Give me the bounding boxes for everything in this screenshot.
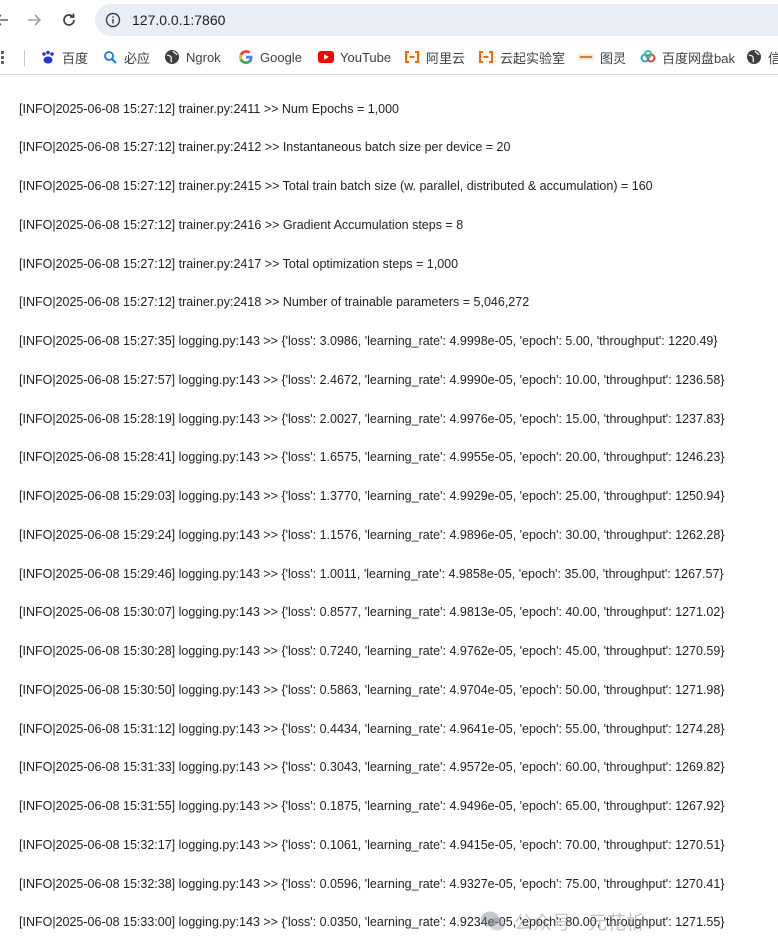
log-line: [INFO|2025-06-08 15:27:12] trainer.py:24… <box>19 179 653 193</box>
log-line: [INFO|2025-06-08 15:27:12] trainer.py:24… <box>19 140 511 154</box>
bookmark-label: 百度网盘bak <box>662 50 735 66</box>
back-button[interactable] <box>0 8 14 32</box>
log-line: [INFO|2025-06-08 15:32:38] logging.py:14… <box>19 877 725 891</box>
reload-button[interactable] <box>57 8 81 32</box>
bookmark-bing[interactable]: 必应 <box>102 40 150 74</box>
bookmark-label: YouTube <box>340 49 392 65</box>
forward-arrow-icon <box>28 14 42 26</box>
bookmark-label: 必应 <box>124 50 151 66</box>
log-line: [INFO|2025-06-08 15:28:41] logging.py:14… <box>19 450 725 464</box>
log-line: [INFO|2025-06-08 15:29:46] logging.py:14… <box>19 567 724 581</box>
log-line: [INFO|2025-06-08 15:27:57] logging.py:14… <box>19 373 725 387</box>
bookmark-turing[interactable]: 图灵 <box>578 40 626 74</box>
baidu-netdisk-icon <box>640 49 656 65</box>
globe-icon <box>164 49 180 65</box>
log-line: [INFO|2025-06-08 15:30:07] logging.py:14… <box>19 605 725 619</box>
log-line: [INFO|2025-06-08 15:27:12] trainer.py:24… <box>19 218 464 232</box>
google-icon <box>238 49 254 65</box>
bookmark-yunqi-lab[interactable]: 云起实验室 <box>478 40 565 74</box>
aliyun-icon <box>404 49 420 65</box>
log-line: [INFO|2025-06-08 15:31:55] logging.py:14… <box>19 799 725 813</box>
bookmarks-divider <box>24 50 25 66</box>
bookmark-youtube[interactable]: YouTube <box>318 40 391 74</box>
bookmark-ngrok[interactable]: Ngrok <box>164 40 221 74</box>
log-line: [INFO|2025-06-08 15:27:12] trainer.py:24… <box>19 257 459 271</box>
log-line: [INFO|2025-06-08 15:31:12] logging.py:14… <box>19 722 725 736</box>
search-icon <box>102 49 118 65</box>
log-line: [INFO|2025-06-08 15:30:50] logging.py:14… <box>19 683 725 697</box>
bookmark-baidu[interactable]: 百度 <box>40 40 88 74</box>
log-line: [INFO|2025-06-08 15:27:35] logging.py:14… <box>19 334 718 348</box>
log-line: [INFO|2025-06-08 15:29:03] logging.py:14… <box>19 489 725 503</box>
turing-icon <box>578 49 594 65</box>
log-line: [INFO|2025-06-08 15:31:33] logging.py:14… <box>19 760 725 774</box>
bookmark-label: Google <box>260 49 302 65</box>
baidu-paw-icon <box>40 49 56 65</box>
youtube-icon <box>318 49 334 65</box>
bookmark-label: 图灵 <box>600 50 627 66</box>
address-bar[interactable]: 127.0.0.1:7860 <box>95 4 778 36</box>
forward-button[interactable] <box>22 8 46 32</box>
log-line: [INFO|2025-06-08 15:28:19] logging.py:14… <box>19 412 725 426</box>
log-line: [INFO|2025-06-08 15:27:12] trainer.py:24… <box>19 102 399 116</box>
bookmark-label: 阿里云 <box>426 50 466 66</box>
wechat-icon <box>481 911 505 931</box>
watermark-text: 公众号 · 元花析 <box>514 912 645 934</box>
bookmark-baidu-netdisk[interactable]: 百度网盘bak <box>640 40 735 74</box>
bookmark-xin[interactable]: 信 <box>746 40 778 74</box>
bookmark-label: 云起实验室 <box>500 50 566 66</box>
back-arrow-icon <box>0 14 8 26</box>
aliyun-icon <box>478 49 494 65</box>
url-text[interactable]: 127.0.0.1:7860 <box>132 4 225 36</box>
reload-icon <box>63 13 75 26</box>
bookmark-label: 百度 <box>62 50 89 66</box>
site-info-icon[interactable] <box>105 12 121 28</box>
log-line: [INFO|2025-06-08 15:29:24] logging.py:14… <box>19 528 725 542</box>
log-line: [INFO|2025-06-08 15:30:28] logging.py:14… <box>19 644 725 658</box>
log-line: [INFO|2025-06-08 15:27:12] trainer.py:24… <box>19 295 530 309</box>
globe-icon <box>746 49 762 65</box>
apps-shortcut[interactable] <box>0 40 6 74</box>
apps-grid-icon <box>1 51 4 64</box>
bookmark-google[interactable]: Google <box>238 40 302 74</box>
browser-toolbar: 127.0.0.1:7860 <box>0 0 778 40</box>
log-line: [INFO|2025-06-08 15:32:17] logging.py:14… <box>19 838 725 852</box>
watermark: 公众号 · 元花析 <box>480 904 770 938</box>
bookmark-aliyun[interactable]: 阿里云 <box>404 40 465 74</box>
bookmark-label: 信 <box>768 50 778 66</box>
bookmark-label: Ngrok <box>186 49 221 65</box>
